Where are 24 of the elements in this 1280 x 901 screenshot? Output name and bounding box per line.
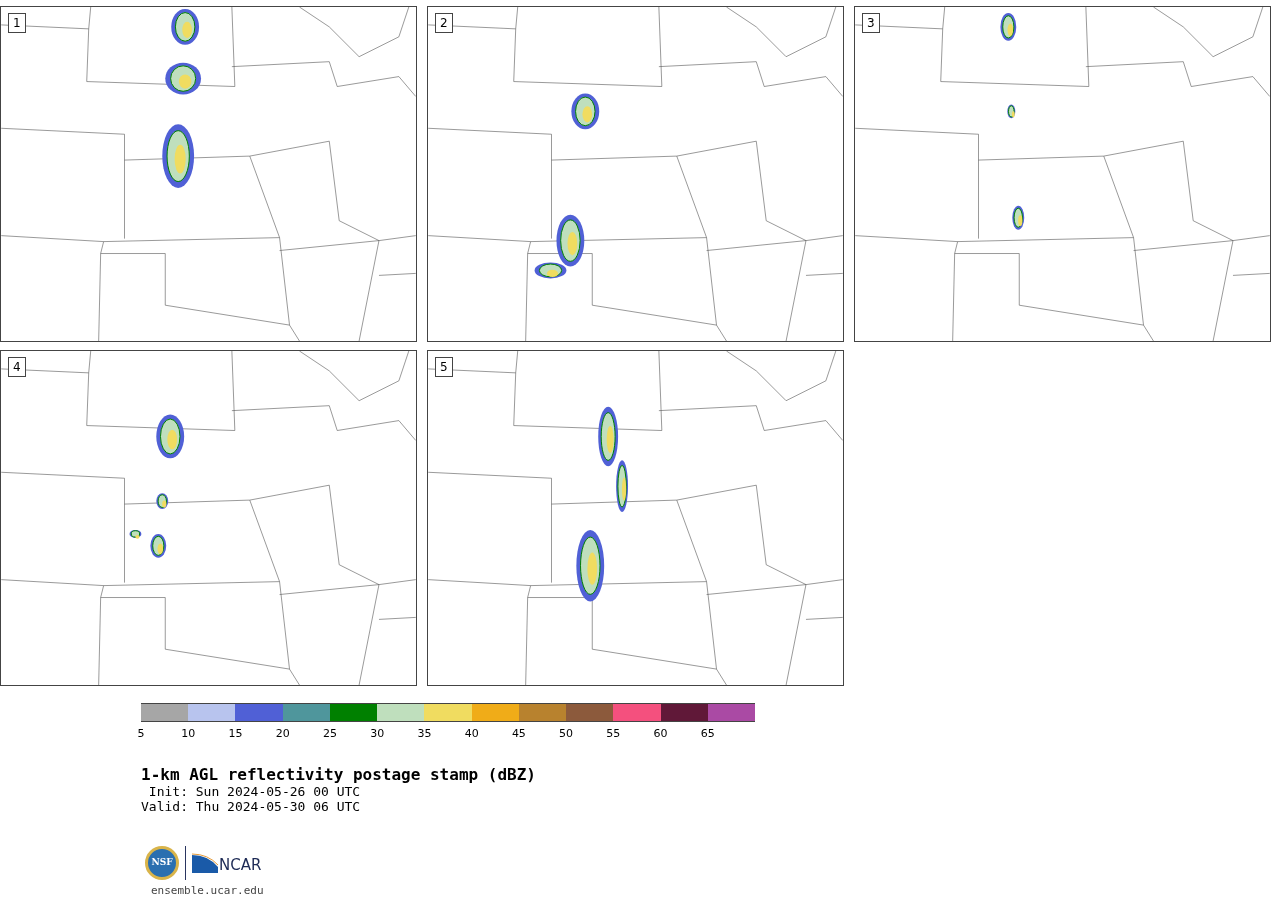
tick-label: 35 — [417, 727, 432, 740]
tick-label: 50 — [559, 727, 574, 740]
tick-label: 20 — [275, 727, 290, 740]
panel-number: 5 — [435, 357, 453, 377]
init-time: Init: Sun 2024-05-26 00 UTC — [147, 784, 362, 799]
tick-label: 60 — [653, 727, 668, 740]
tick-label: 15 — [228, 727, 243, 740]
chart-title: 1-km AGL reflectivity postage stamp (dBZ) — [141, 766, 537, 784]
panel-number: 3 — [862, 13, 880, 33]
nsf-logo: NSF — [145, 846, 179, 880]
tick-label: 55 — [606, 727, 621, 740]
panel-number: 1 — [8, 13, 26, 33]
tick-label: 30 — [370, 727, 385, 740]
tick-label: 25 — [322, 727, 337, 740]
tick-label: 45 — [511, 727, 526, 740]
website-url: ensemble.ucar.edu — [151, 884, 265, 897]
panel-number: 2 — [435, 13, 453, 33]
tick-label: 65 — [700, 727, 715, 740]
tick-label: 10 — [181, 727, 196, 740]
panel-number: 4 — [8, 357, 26, 377]
tick-label: 40 — [464, 727, 479, 740]
valid-time: Valid: Thu 2024-05-30 06 UTC — [141, 799, 362, 814]
ncar-logo: NCAR — [192, 853, 262, 873]
tick-label: 5 — [137, 727, 145, 740]
